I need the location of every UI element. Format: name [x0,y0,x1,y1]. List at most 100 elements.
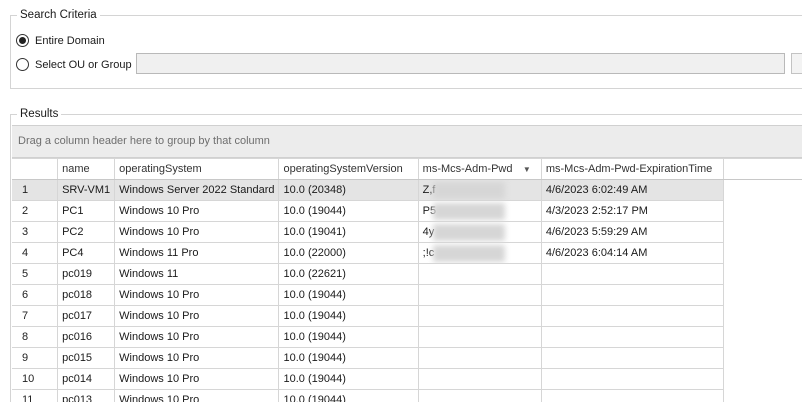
expiration-cell[interactable] [540,389,725,402]
expiration-cell[interactable] [540,368,725,390]
version-cell[interactable]: 10.0 (19044) [278,284,419,306]
name-cell[interactable]: SRV-VM1 [57,179,116,201]
password-cell[interactable]: ;!c [417,242,542,264]
column-header-operatingsystemversion[interactable]: operatingSystemVersion [278,158,419,180]
row-number-cell[interactable]: 7 [12,305,59,327]
version-cell[interactable]: 10.0 (19044) [278,347,419,369]
table-row[interactable]: 11 pc013 Windows 10 Pro 10.0 (19044) [12,389,802,402]
name-cell[interactable]: pc017 [57,305,116,327]
operatingsystem-cell[interactable]: Windows 10 Pro [114,284,280,306]
group-by-panel[interactable]: Drag a column header here to group by th… [12,125,802,158]
expiration-cell[interactable] [540,284,725,306]
table-row[interactable]: 7 pc017 Windows 10 Pro 10.0 (19044) [12,305,802,327]
version-cell[interactable]: 10.0 (19044) [278,389,419,402]
column-header-operatingsystem[interactable]: operatingSystem [114,158,280,180]
name-cell[interactable]: PC1 [57,200,116,222]
name-cell[interactable]: pc018 [57,284,116,306]
table-row[interactable]: 3 PC2 Windows 10 Pro 10.0 (19041) 4y 4/6/2023… [12,221,802,243]
row-number-cell[interactable]: 10 [12,368,59,390]
column-header-ms-mcs-adm-pwd-expirationtime[interactable]: ms-Mcs-Adm-Pwd-ExpirationTime [540,158,725,180]
password-cell[interactable] [417,347,542,369]
name-cell[interactable]: PC4 [57,242,116,264]
table-row[interactable]: 4 PC4 Windows 11 Pro 10.0 (22000) ;!c 4/6/202… [12,242,802,264]
row-number-cell[interactable]: 1 [12,179,59,201]
sort-descending-icon[interactable]: ▼ [523,165,531,174]
ou-group-radio[interactable] [16,58,29,71]
name-cell[interactable]: pc015 [57,347,116,369]
entire-domain-option[interactable]: Entire Domain [16,34,105,47]
expiration-cell[interactable] [540,305,725,327]
password-cell[interactable] [417,326,542,348]
ou-group-option[interactable]: Select OU or Group [16,58,132,71]
password-redaction-blur [432,182,505,199]
operatingsystem-cell[interactable]: Windows 10 Pro [114,389,280,402]
column-header-ms-mcs-adm-pwd[interactable]: ms-Mcs-Adm-Pwd ▼ [417,158,542,180]
version-cell[interactable]: 10.0 (19044) [278,368,419,390]
operatingsystem-cell[interactable]: Windows 10 Pro [114,221,280,243]
row-number-cell[interactable]: 6 [12,284,59,306]
operatingsystem-cell[interactable]: Windows 11 [114,263,280,285]
password-cell[interactable] [417,368,542,390]
browse-button[interactable] [791,53,802,74]
entire-domain-label: Entire Domain [35,34,105,47]
operatingsystem-cell[interactable]: Windows 10 Pro [114,305,280,327]
password-cell[interactable] [417,284,542,306]
table-row[interactable]: 2 PC1 Windows 10 Pro 10.0 (19044) P5 4/3/2023… [12,200,802,222]
version-cell[interactable]: 10.0 (19044) [278,200,419,222]
row-number-cell[interactable]: 11 [12,389,59,402]
version-cell[interactable]: 10.0 (19044) [278,305,419,327]
operatingsystem-cell[interactable]: Windows 11 Pro [114,242,280,264]
filler-cell [723,221,802,243]
password-cell[interactable] [417,263,542,285]
version-cell[interactable]: 10.0 (19041) [278,221,419,243]
expiration-cell[interactable] [540,326,725,348]
version-cell[interactable]: 10.0 (19044) [278,326,419,348]
column-header-name[interactable]: name [57,158,116,180]
expiration-cell[interactable] [540,347,725,369]
column-header-ms-mcs-adm-pwd-label: ms-Mcs-Adm-Pwd [422,163,513,175]
password-cell[interactable]: Z,f [417,179,542,201]
row-number-cell[interactable]: 5 [12,263,59,285]
table-row[interactable]: 10 pc014 Windows 10 Pro 10.0 (19044) [12,368,802,390]
row-number-cell[interactable]: 3 [12,221,59,243]
expiration-cell[interactable]: 4/6/2023 6:04:14 AM [540,242,725,264]
table-row[interactable]: 6 pc018 Windows 10 Pro 10.0 (19044) [12,284,802,306]
table-row[interactable]: 1 SRV-VM1 Windows Server 2022 Standard 10.0… [12,179,802,201]
ou-group-input[interactable] [136,53,785,74]
operatingsystem-cell[interactable]: Windows 10 Pro [114,200,280,222]
version-cell[interactable]: 10.0 (22621) [278,263,419,285]
results-title: Results [17,107,62,121]
name-cell[interactable]: PC2 [57,221,116,243]
expiration-cell[interactable]: 4/6/2023 5:59:29 AM [540,221,725,243]
row-number-cell[interactable]: 4 [12,242,59,264]
operatingsystem-cell[interactable]: Windows 10 Pro [114,347,280,369]
password-cell[interactable]: 4y [417,221,542,243]
filler-cell [723,368,802,390]
row-number-cell[interactable]: 9 [12,347,59,369]
filler-cell [723,179,802,201]
password-redaction-blur [432,245,505,262]
expiration-cell[interactable] [540,263,725,285]
operatingsystem-cell[interactable]: Windows 10 Pro [114,368,280,390]
version-cell[interactable]: 10.0 (20348) [278,179,419,201]
password-cell[interactable] [417,389,542,402]
name-cell[interactable]: pc019 [57,263,116,285]
password-cell[interactable] [417,305,542,327]
operatingsystem-cell[interactable]: Windows 10 Pro [114,326,280,348]
row-number-cell[interactable]: 2 [12,200,59,222]
version-cell[interactable]: 10.0 (22000) [278,242,419,264]
operatingsystem-cell[interactable]: Windows Server 2022 Standard [114,179,280,201]
row-number-cell[interactable]: 8 [12,326,59,348]
entire-domain-radio[interactable] [16,34,29,47]
name-cell[interactable]: pc016 [57,326,116,348]
table-row[interactable]: 9 pc015 Windows 10 Pro 10.0 (19044) [12,347,802,369]
table-row[interactable]: 8 pc016 Windows 10 Pro 10.0 (19044) [12,326,802,348]
table-row[interactable]: 5 pc019 Windows 11 10.0 (22621) [12,263,802,285]
name-cell[interactable]: pc013 [57,389,116,402]
expiration-cell[interactable]: 4/3/2023 2:52:17 PM [540,200,725,222]
filler-cell [723,200,802,222]
name-cell[interactable]: pc014 [57,368,116,390]
expiration-cell[interactable]: 4/6/2023 6:02:49 AM [540,179,725,201]
password-cell[interactable]: P5 [417,200,542,222]
column-header-rownum[interactable] [12,158,59,180]
